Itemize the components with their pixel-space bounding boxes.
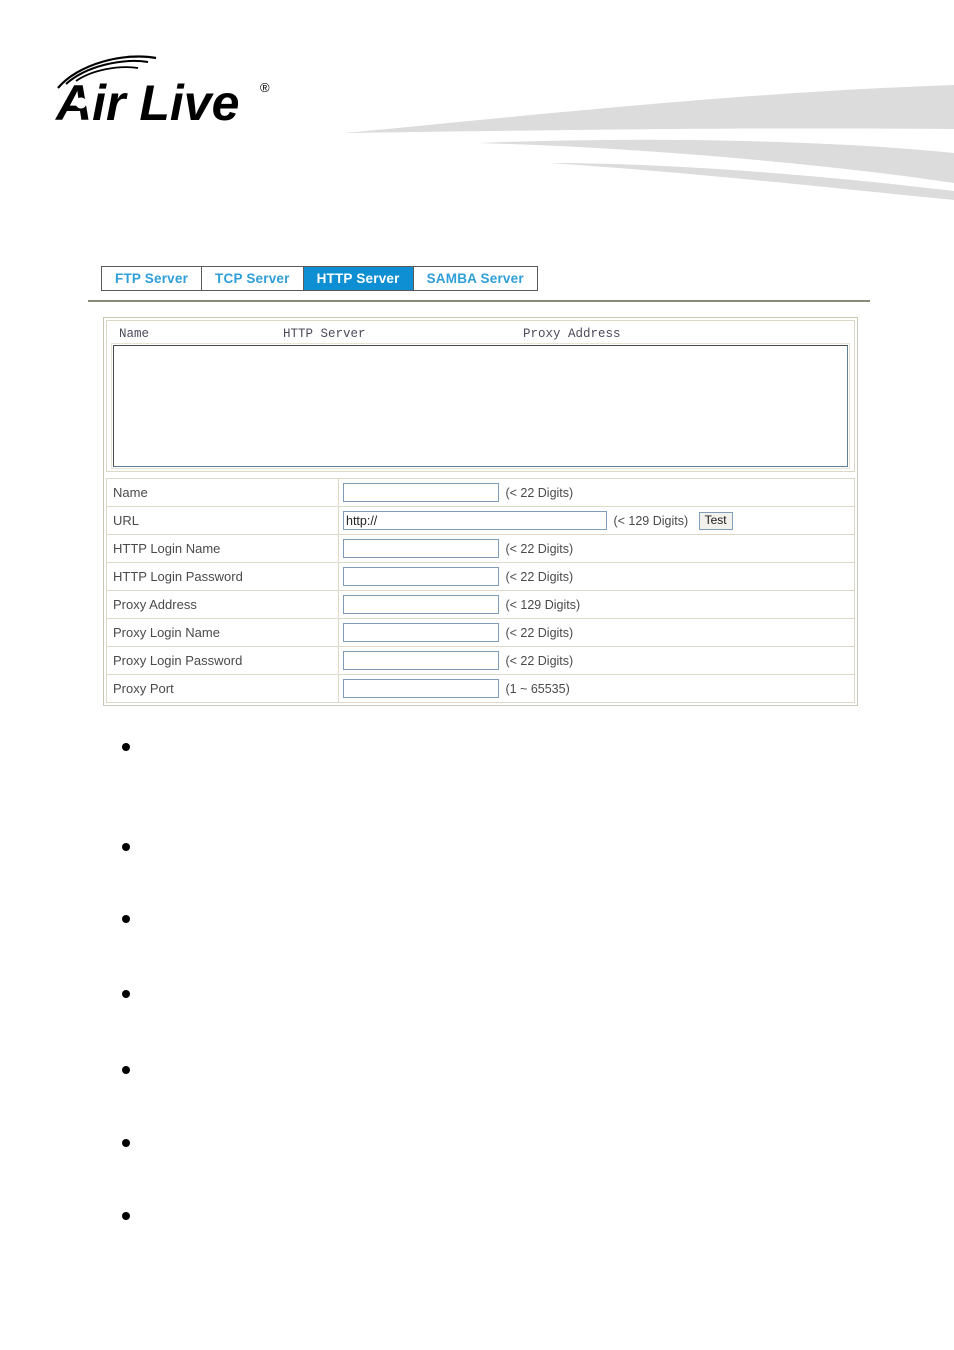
hint-name: (< 22 Digits) — [505, 485, 574, 500]
url-input[interactable] — [343, 511, 607, 530]
label-proxy-login-name: Proxy Login Name — [106, 618, 339, 647]
label-proxy-address: Proxy Address — [106, 590, 339, 619]
field-cell-proxy-port: (1 ~ 65535) — [338, 674, 855, 703]
field-cell-name: (< 22 Digits) — [338, 478, 855, 507]
form-row-url: URL (< 129 Digits) Test — [106, 506, 855, 535]
server-list-section: Name HTTP Server Proxy Address — [106, 320, 855, 472]
http-login-password-input[interactable] — [343, 567, 499, 586]
airlive-logo: Air Live ® — [54, 55, 270, 131]
http-server-panel: Name HTTP Server Proxy Address Name (< 2… — [103, 317, 858, 706]
label-http-login-password: HTTP Login Password — [106, 562, 339, 591]
form-row-name: Name (< 22 Digits) — [106, 478, 855, 507]
http-login-name-input[interactable] — [343, 539, 499, 558]
form-row-http-login-name: HTTP Login Name (< 22 Digits) — [106, 534, 855, 563]
hint-proxy-address: (< 129 Digits) — [505, 597, 581, 612]
hint-proxy-port: (1 ~ 65535) — [505, 681, 570, 696]
field-cell-http-login-name: (< 22 Digits) — [338, 534, 855, 563]
label-proxy-login-password: Proxy Login Password — [106, 646, 339, 675]
proxy-port-input[interactable] — [343, 679, 499, 698]
proxy-login-password-input[interactable] — [343, 651, 499, 670]
tab-http-server[interactable]: HTTP Server — [303, 267, 414, 290]
tab-samba-server[interactable]: SAMBA Server — [413, 267, 537, 290]
form-row-proxy-login-password: Proxy Login Password (< 22 Digits) — [106, 646, 855, 675]
name-input[interactable] — [343, 483, 499, 502]
column-header-proxy-address: Proxy Address — [523, 327, 621, 341]
banner-swoosh-graphic — [344, 85, 954, 200]
label-http-login-name: HTTP Login Name — [106, 534, 339, 563]
column-header-http-server: HTTP Server — [283, 327, 366, 341]
field-cell-proxy-login-name: (< 22 Digits) — [338, 618, 855, 647]
hint-http-login-name: (< 22 Digits) — [505, 541, 574, 556]
form-row-proxy-login-name: Proxy Login Name (< 22 Digits) — [106, 618, 855, 647]
proxy-login-name-input[interactable] — [343, 623, 499, 642]
field-cell-url: (< 129 Digits) Test — [338, 506, 855, 535]
form-row-proxy-port: Proxy Port (1 ~ 65535) — [106, 674, 855, 703]
field-cell-proxy-address: (< 129 Digits) — [338, 590, 855, 619]
tab-tcp-server[interactable]: TCP Server — [202, 267, 304, 290]
header-divider — [88, 300, 870, 302]
label-proxy-port: Proxy Port — [106, 674, 339, 703]
server-list-box[interactable] — [111, 343, 850, 469]
column-header-name: Name — [119, 327, 150, 341]
form-row-http-login-password: HTTP Login Password (< 22 Digits) — [106, 562, 855, 591]
hint-url: (< 129 Digits) — [613, 513, 689, 528]
field-cell-proxy-login-password: (< 22 Digits) — [338, 646, 855, 675]
form-row-proxy-address: Proxy Address (< 129 Digits) — [106, 590, 855, 619]
hint-http-login-password: (< 22 Digits) — [505, 569, 574, 584]
server-type-tabs[interactable]: FTP Server TCP Server HTTP Server SAMBA … — [101, 266, 538, 291]
svg-text:®: ® — [260, 80, 270, 95]
http-server-form: Name (< 22 Digits) URL (< 129 Digits) Te… — [106, 478, 855, 703]
proxy-address-input[interactable] — [343, 595, 499, 614]
label-url: URL — [106, 506, 339, 535]
hint-proxy-login-password: (< 22 Digits) — [505, 653, 574, 668]
field-cell-http-login-password: (< 22 Digits) — [338, 562, 855, 591]
hint-proxy-login-name: (< 22 Digits) — [505, 625, 574, 640]
test-button[interactable]: Test — [698, 511, 733, 530]
server-list-column-headers: Name HTTP Server Proxy Address — [113, 327, 848, 345]
label-name: Name — [106, 478, 339, 507]
tab-ftp-server[interactable]: FTP Server — [102, 267, 203, 290]
page-header: Air Live ® — [0, 0, 954, 200]
